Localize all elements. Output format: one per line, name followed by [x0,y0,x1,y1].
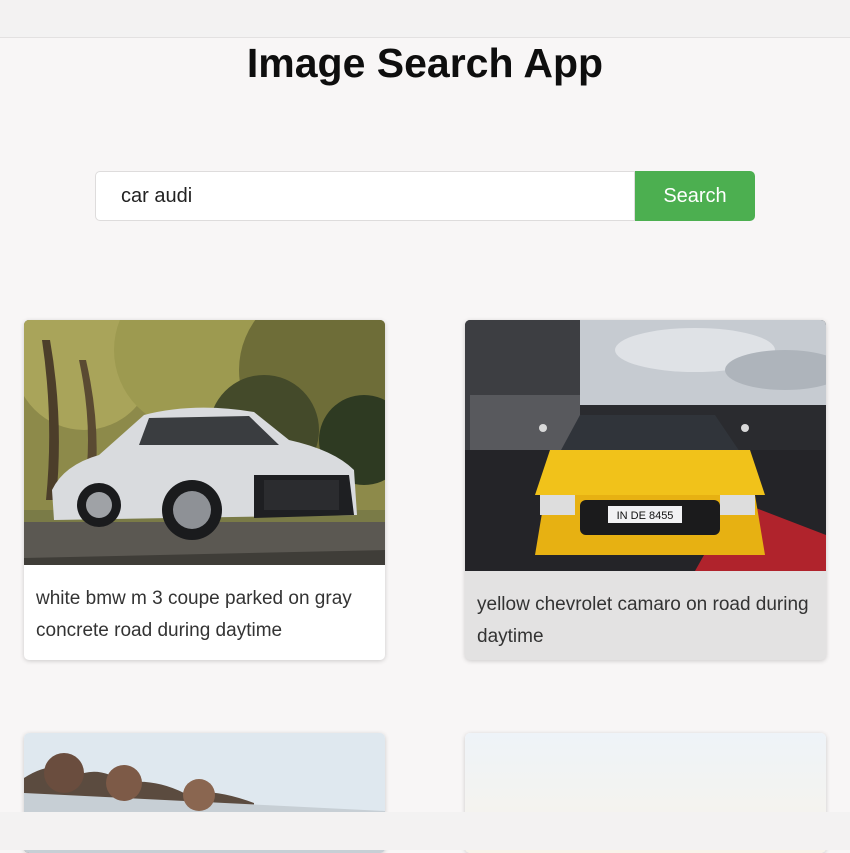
browser-bottom-bar [0,812,850,850]
yellow-sports-car-photo[interactable]: IN DE 8455 [465,320,826,571]
result-card[interactable]: white bmw m 3 coupe parked on gray concr… [24,320,385,660]
image-caption: yellow chevrolet camaro on road during d… [477,594,809,647]
image-caption: white bmw m 3 coupe parked on gray concr… [36,588,352,641]
page-title: Image Search App [246,40,604,86]
browser-top-bar [0,0,850,38]
license-plate-text: IN DE 8455 [617,510,674,522]
result-card[interactable]: IN DE 8455 yellow chevrolet camaro on ro… [465,320,826,660]
search-input[interactable] [95,171,635,221]
search-button[interactable]: Search [635,171,755,221]
white-sports-car-photo[interactable] [24,320,385,565]
